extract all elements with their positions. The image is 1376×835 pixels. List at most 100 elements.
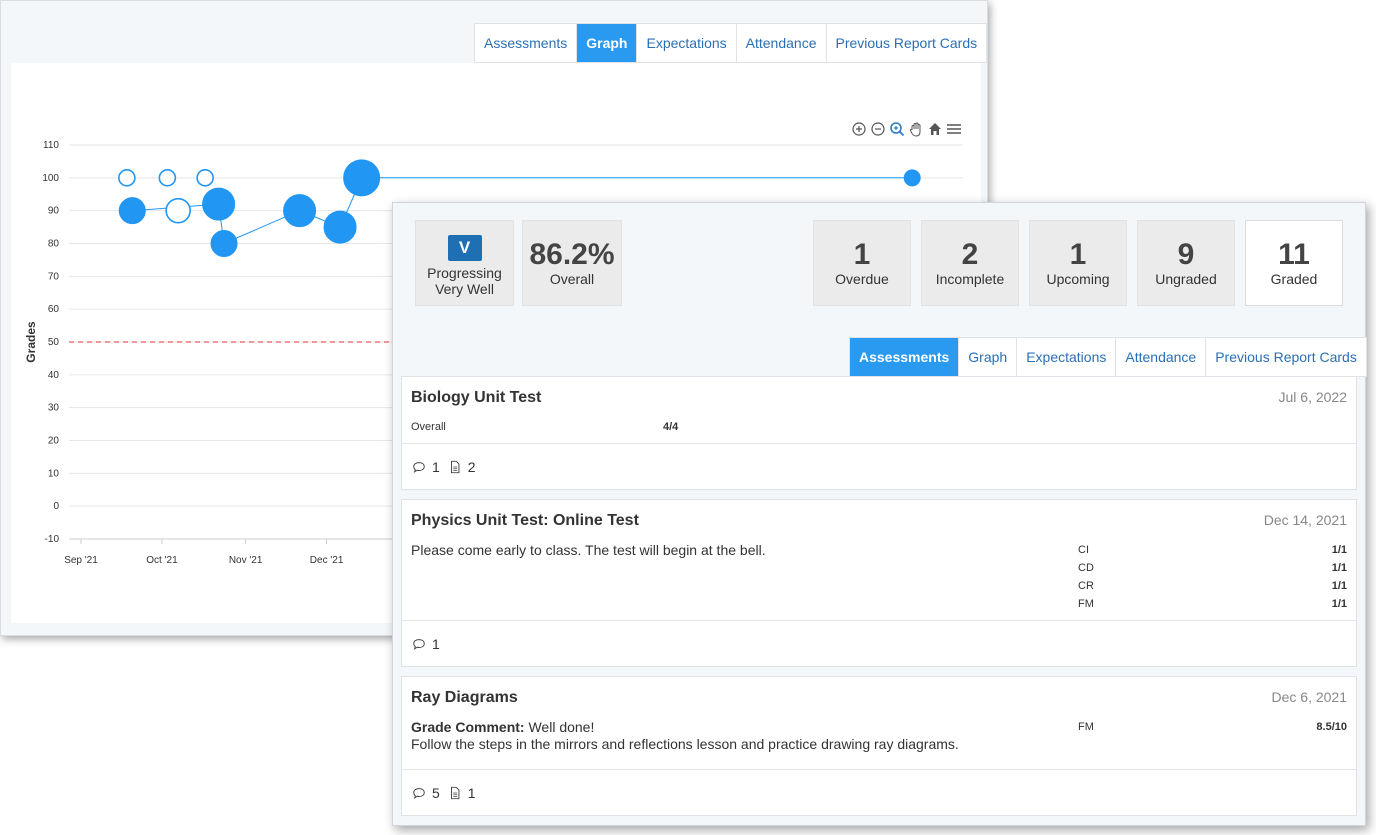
overall-card: 86.2% Overall [522,220,622,306]
x-tick-label: Oct '21 [146,555,178,566]
y-tick-label: 110 [43,140,59,151]
card-footer: 1 [402,620,1356,666]
assessment-title[interactable]: Biology Unit Test [411,389,541,407]
assessment-date: Jul 6, 2022 [1278,389,1348,405]
stat-label: Incomplete [935,271,1005,287]
assessment-description: Follow the steps in the mirrors and refl… [411,736,959,752]
data-point [118,169,136,187]
stat-value: 1 [853,238,871,271]
y-tick-label: 10 [48,468,60,479]
comment-count: 5 [432,784,440,801]
comment-icon[interactable] [412,460,426,474]
y-tick-label: 80 [48,239,60,250]
progress-card: V Progressing Very Well [415,220,514,306]
criterion-name: FM [1078,598,1094,610]
attachment-count: 2 [467,458,476,475]
y-tick-label: 50 [48,337,60,348]
tab-graph[interactable]: Graph [577,24,638,62]
criterion-name: CR [1078,580,1094,592]
tab-previous-report-cards[interactable]: Previous Report Cards [1206,338,1366,376]
data-point [343,159,381,197]
graph-tabs: Assessments Graph Expectations Attendanc… [474,23,988,63]
progress-label-1: Progressing [427,265,502,281]
tab-assessments[interactable]: Assessments [475,24,578,62]
stat-upcoming[interactable]: 1 Upcoming [1029,220,1127,306]
assessment-description: Please come early to class. The test wil… [411,542,766,558]
tab-graph[interactable]: Graph [959,338,1018,376]
x-tick-label: Sep '21 [64,555,98,566]
assessment-card[interactable]: Biology Unit Test Jul 6, 2022 Overall 4/… [401,376,1357,490]
tab-attendance[interactable]: Attendance [1116,338,1207,376]
criterion-score: 8.5/10 [1316,721,1347,733]
assessment-date: Dec 14, 2021 [1263,512,1347,528]
data-point [118,197,146,225]
progress-badge: V [447,235,482,261]
y-tick-label: 70 [48,271,60,282]
criterion-score: 1/1 [1331,544,1347,556]
overall-value: 86.2% [529,238,615,271]
y-tick-label: 30 [48,403,60,414]
overall-label: Overall [549,271,595,287]
stat-incomplete[interactable]: 2 Incomplete [921,220,1019,306]
card-footer: 1 2 [402,443,1356,489]
stat-label: Overdue [835,271,889,287]
y-tick-label: 40 [48,370,60,381]
y-tick-label: 90 [48,206,60,217]
grade-comment: Grade Comment: Well done! [411,719,594,735]
chart-toolbar [851,121,962,137]
tab-expectations[interactable]: Expectations [637,24,737,62]
criterion-score: 1/1 [1331,562,1347,574]
y-tick-label: -10 [45,534,60,545]
stat-label: Graded [1270,271,1318,287]
data-point [210,230,238,257]
zoom-in-icon[interactable] [851,121,867,137]
document-icon[interactable] [448,786,462,800]
progress-label-2: Very Well [435,281,494,297]
comment-count: 1 [432,458,440,475]
data-point [202,187,236,221]
assessment-title[interactable]: Physics Unit Test: Online Test [411,512,639,530]
data-point [158,169,177,187]
y-tick-label: 0 [53,501,59,512]
y-tick-label: 60 [48,304,60,315]
menu-icon[interactable] [946,121,962,137]
zoom-selection-icon[interactable] [889,121,905,137]
data-point [196,169,214,187]
assessment-card[interactable]: Ray Diagrams Dec 6, 2021 Grade Comment: … [401,676,1357,816]
stat-label: Ungraded [1155,271,1217,287]
assessment-date: Dec 6, 2021 [1271,689,1348,705]
attachment-count: 1 [467,784,476,801]
y-tick-label: 20 [48,436,60,447]
tab-attendance[interactable]: Attendance [737,24,827,62]
criterion-name: CI [1078,544,1089,556]
data-point [283,194,317,228]
assessment-title[interactable]: Ray Diagrams [411,689,518,707]
comment-count: 1 [432,635,440,652]
criterion-score: 1/1 [1331,598,1347,610]
data-point [323,210,357,244]
tab-expectations[interactable]: Expectations [1017,338,1117,376]
comment-icon[interactable] [412,786,426,800]
document-icon[interactable] [448,460,462,474]
assessments-window: V Progressing Very Well 86.2% Overall 1 … [392,202,1367,826]
stat-value: 1 [1069,238,1087,271]
stat-graded[interactable]: 11 Graded [1245,220,1343,306]
zoom-out-icon[interactable] [870,121,886,137]
stat-value: 11 [1278,238,1310,271]
stat-ungraded[interactable]: 9 Ungraded [1137,220,1235,306]
home-icon[interactable] [927,121,943,137]
comment-icon[interactable] [412,637,426,651]
tab-previous-report-cards[interactable]: Previous Report Cards [827,24,987,62]
stat-value: 9 [1177,238,1195,271]
stat-overdue[interactable]: 1 Overdue [813,220,911,306]
tab-assessments[interactable]: Assessments [850,338,960,376]
assessment-card[interactable]: Physics Unit Test: Online Test Dec 14, 2… [401,499,1357,667]
grade-comment-text: Well done! [524,719,595,735]
stat-label: Upcoming [1046,271,1110,287]
front-tabs: Assessments Graph Expectations Attendanc… [849,337,1367,377]
criterion-score: 1/1 [1331,580,1347,592]
data-point [165,197,191,224]
pan-icon[interactable] [908,121,924,137]
data-point [903,169,921,187]
criterion-name: CD [1078,562,1094,574]
